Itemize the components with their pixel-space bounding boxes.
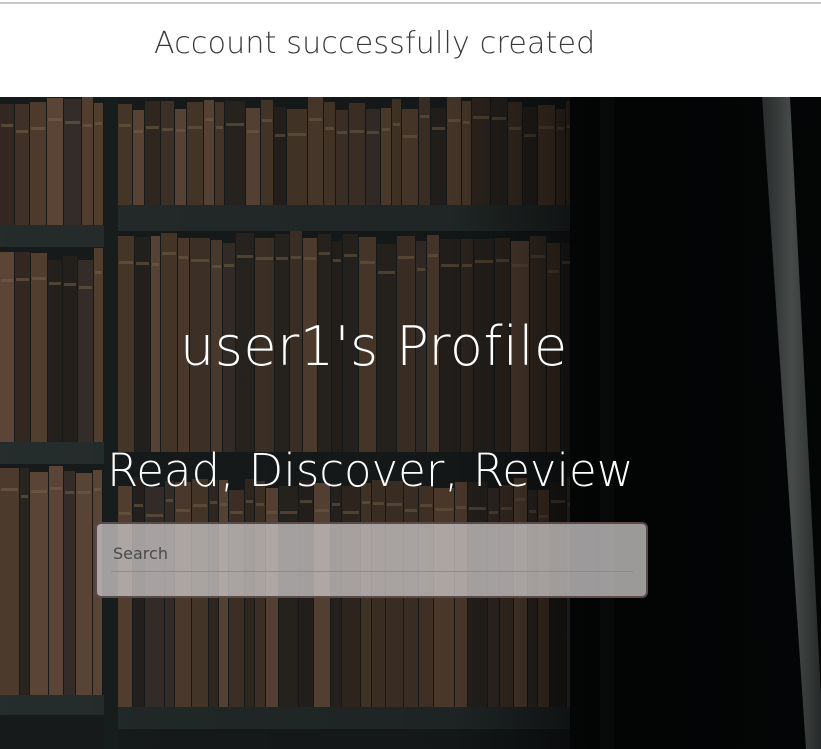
library-background-image — [0, 97, 821, 749]
notification-message: Account successfully created — [154, 26, 596, 61]
search-input[interactable] — [111, 536, 633, 572]
notification-banner: Account successfully created — [0, 4, 821, 97]
hero-section: user1's Profile Read, Discover, Review — [0, 97, 821, 749]
search-container — [95, 522, 648, 598]
tagline: Read, Discover, Review — [107, 444, 634, 497]
profile-title: user1's Profile — [180, 315, 568, 378]
